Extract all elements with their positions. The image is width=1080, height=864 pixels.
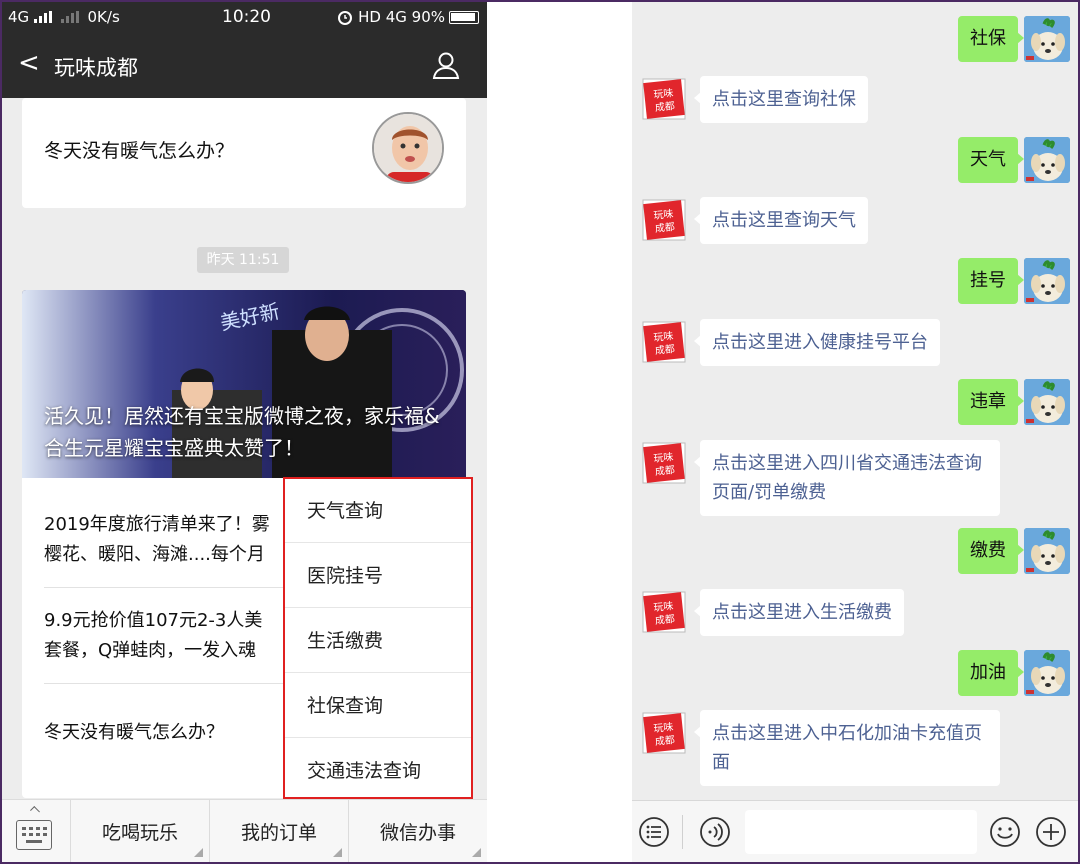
clock: 10:20 [222, 7, 271, 27]
user-avatar[interactable] [1024, 379, 1070, 425]
battery-icon [449, 11, 479, 24]
network-label: 4G [8, 8, 30, 26]
status-right: HD 4G 90% [337, 8, 479, 26]
svg-text:成都: 成都 [654, 221, 675, 235]
menu-item-social-security[interactable]: 社保查询 [285, 674, 471, 738]
svg-text:成都: 成都 [654, 464, 675, 478]
menu-tab-label: 吃喝玩乐 [101, 822, 178, 844]
banner-image[interactable]: 美好新 活久见！居然还有宝宝版微博之夜，家乐福&合生元星耀宝宝盛典太赞了！ [22, 290, 466, 478]
reply-link-bubble[interactable]: 点击这里进入生活缴费 [694, 589, 904, 636]
user-message-bubble[interactable]: 加油 [958, 650, 1024, 696]
nav-bar: < 玩味成都 [2, 32, 487, 98]
svg-text:玩味: 玩味 [653, 600, 674, 614]
bottom-menu-bar: 吃喝玩乐 我的订单 微信办事 [2, 799, 487, 862]
article-card[interactable]: 冬天没有暖气怎么办？ [22, 98, 466, 208]
status-left: 4G 0K/s [8, 8, 120, 26]
menu-item-traffic-violation[interactable]: 交通违法查询 [285, 739, 471, 803]
reply-link-bubble[interactable]: 点击这里查询天气 [694, 197, 868, 244]
plus-icon[interactable] [1035, 816, 1067, 848]
svg-text:成都: 成都 [654, 343, 675, 357]
chevron-up-icon [30, 806, 40, 816]
menu-tab-label: 我的订单 [240, 822, 317, 844]
official-account-avatar[interactable]: 玩味 成都 [640, 197, 688, 243]
official-account-avatar[interactable]: 玩味 成都 [640, 710, 688, 756]
reply-link-bubble[interactable]: 点击这里查询社保 [694, 76, 868, 123]
official-account-avatar[interactable]: 玩味 成都 [640, 440, 688, 486]
official-account-avatar[interactable]: 玩味 成都 [640, 319, 688, 365]
official-account-avatar[interactable]: 玩味 成都 [640, 76, 688, 122]
left-phone-screen: 4G 0K/s 10:20 HD 4G 90% < 玩味成都 冬天没有暖气怎么办… [2, 2, 487, 862]
svg-text:成都: 成都 [654, 613, 675, 627]
page-title: 玩味成都 [54, 56, 138, 80]
speed-label: 0K/s [87, 8, 120, 26]
profile-icon[interactable] [431, 50, 461, 80]
status-bar: 4G 0K/s 10:20 HD 4G 90% [2, 2, 487, 32]
article-title: 冬天没有暖气怎么办？ [44, 140, 235, 162]
divider [682, 815, 683, 849]
svg-text:玩味: 玩味 [653, 330, 674, 344]
message-input[interactable] [745, 810, 977, 854]
user-message-bubble[interactable]: 社保 [958, 16, 1024, 62]
keyboard-icon[interactable] [16, 820, 52, 850]
input-bar [632, 800, 1078, 862]
user-avatar[interactable] [1024, 650, 1070, 696]
back-button[interactable]: < [18, 50, 40, 76]
user-avatar[interactable] [1024, 528, 1070, 574]
alarm-icon [338, 11, 353, 25]
emoji-icon[interactable] [989, 816, 1021, 848]
user-message-bubble[interactable]: 违章 [958, 379, 1024, 425]
svg-text:成都: 成都 [654, 734, 675, 748]
user-avatar[interactable] [1024, 16, 1070, 62]
menu-item-hospital[interactable]: 医院挂号 [285, 544, 471, 608]
svg-text:玩味: 玩味 [653, 721, 674, 735]
signal-icon [33, 11, 52, 23]
menu-tab-food-fun[interactable]: 吃喝玩乐 [70, 800, 209, 862]
article-thumbnail [372, 112, 444, 184]
user-avatar[interactable] [1024, 137, 1070, 183]
banner-title: 活久见！居然还有宝宝版微博之夜，家乐福&合生元星耀宝宝盛典太赞了！ [44, 404, 440, 460]
right-phone-screen: 社保 玩味 成都 点击这里查询社保 天气 玩味 成都 点击这里查询天气 挂号 玩味 成都 点击这里进入… [632, 2, 1078, 862]
reply-link-bubble[interactable]: 点击这里进入健康挂号平台 [694, 319, 940, 366]
menu-tab-my-orders[interactable]: 我的订单 [209, 800, 348, 862]
service-popup-menu: 天气查询 医院挂号 生活缴费 社保查询 交通违法查询 [283, 477, 473, 799]
status-right-text: HD 4G 90% [358, 8, 445, 26]
user-message-bubble[interactable]: 挂号 [958, 258, 1024, 304]
user-message-bubble[interactable]: 缴费 [958, 528, 1024, 574]
svg-text:玩味: 玩味 [653, 87, 674, 101]
timestamp-badge: 昨天 11:51 [197, 247, 289, 273]
user-message-bubble[interactable]: 天气 [958, 137, 1024, 183]
svg-text:成都: 成都 [654, 100, 675, 114]
menu-tab-label: 微信办事 [379, 822, 456, 844]
signal-2-icon [60, 11, 79, 23]
menu-item-weather[interactable]: 天气查询 [285, 479, 471, 543]
user-avatar[interactable] [1024, 258, 1070, 304]
svg-text:玩味: 玩味 [653, 208, 674, 222]
reply-link-bubble[interactable]: 点击这里进入四川省交通违法查询页面/罚单缴费 [694, 440, 1000, 516]
menu-item-utilities[interactable]: 生活缴费 [285, 609, 471, 673]
svg-text:玩味: 玩味 [653, 451, 674, 465]
official-account-avatar[interactable]: 玩味 成都 [640, 589, 688, 635]
menu-tab-wechat-services[interactable]: 微信办事 [348, 800, 487, 862]
voice-icon[interactable] [699, 816, 731, 848]
reply-link-bubble[interactable]: 点击这里进入中石化加油卡充值页面 [694, 710, 1000, 786]
menu-list-icon[interactable] [638, 816, 670, 848]
